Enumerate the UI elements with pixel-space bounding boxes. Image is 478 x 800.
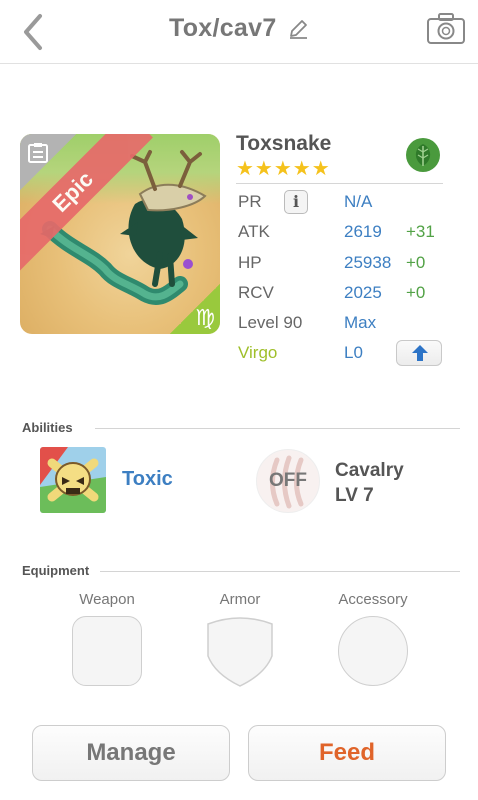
stat-label: RCV xyxy=(238,283,274,302)
awaken-state: OFF xyxy=(269,470,307,491)
stat-row-level: Level 90 Max xyxy=(236,309,466,337)
stat-value: 2025 xyxy=(344,283,382,302)
stat-label: HP xyxy=(238,253,262,272)
stat-row-rcv: RCV 2025 +0 xyxy=(236,279,466,307)
stat-label: ATK xyxy=(238,222,270,241)
stat-row-sign: Virgo L0 xyxy=(236,339,466,367)
camera-icon[interactable] xyxy=(426,12,466,46)
skill-icon[interactable] xyxy=(40,447,106,513)
stat-row-hp: HP 25938 +0 xyxy=(236,249,466,277)
armor-slot[interactable] xyxy=(205,616,275,687)
accessory-label: Accessory xyxy=(338,591,408,608)
stat-label: Level 90 xyxy=(238,313,303,332)
awaken-info: Cavalry LV 7 xyxy=(335,458,404,508)
stat-value: 2619 xyxy=(344,222,382,241)
stat-row-atk: ATK 2619 +31 xyxy=(236,218,466,246)
stat-bonus: +0 xyxy=(406,253,426,272)
armor-label: Armor xyxy=(219,591,261,608)
title-group: Tox/cav7 xyxy=(0,14,478,43)
monster-name: Toxsnake xyxy=(236,132,332,155)
stat-bonus: +0 xyxy=(406,283,426,302)
abilities-label: Abilities xyxy=(22,420,73,435)
divider xyxy=(95,428,460,429)
stat-value: 25938 xyxy=(344,253,392,272)
feed-button[interactable]: Feed xyxy=(248,725,446,781)
info-button[interactable]: i xyxy=(284,190,308,214)
pencil-icon[interactable] xyxy=(287,18,309,40)
manage-button[interactable]: Manage xyxy=(32,725,230,781)
monster-portrait[interactable]: Epic ♍ xyxy=(20,134,220,334)
shield-icon xyxy=(207,617,273,687)
awaken-toggle[interactable]: OFF xyxy=(256,449,320,513)
accessory-slot[interactable] xyxy=(338,616,408,686)
skull-icon xyxy=(40,447,106,513)
stat-value: N/A xyxy=(344,192,373,211)
equipment-label: Equipment xyxy=(22,563,90,578)
upgrade-button[interactable] xyxy=(396,340,442,366)
weapon-label: Weapon xyxy=(79,591,135,608)
stat-label: Virgo xyxy=(238,343,278,362)
stat-value: Max xyxy=(344,313,377,332)
divider xyxy=(236,183,443,184)
arrow-up-icon xyxy=(412,345,428,361)
virgo-icon: ♍ xyxy=(195,305,215,330)
page-title[interactable]: Tox/cav7 xyxy=(169,14,277,42)
stat-label: PR xyxy=(238,192,262,211)
skill-name[interactable]: Toxic xyxy=(122,468,173,491)
list-icon xyxy=(28,143,48,163)
awaken-level: LV 7 xyxy=(335,485,374,506)
awaken-name: Cavalry xyxy=(335,460,404,481)
stat-bonus: +31 xyxy=(406,222,435,241)
divider xyxy=(100,571,460,572)
weapon-slot[interactable] xyxy=(72,616,142,686)
stat-value: L0 xyxy=(344,343,363,362)
star-rating: ★★★★★ xyxy=(236,158,331,180)
top-bar: Tox/cav7 xyxy=(0,0,478,64)
leaf-icon xyxy=(406,138,440,172)
stat-row-pr: PR i N/A xyxy=(236,188,466,216)
